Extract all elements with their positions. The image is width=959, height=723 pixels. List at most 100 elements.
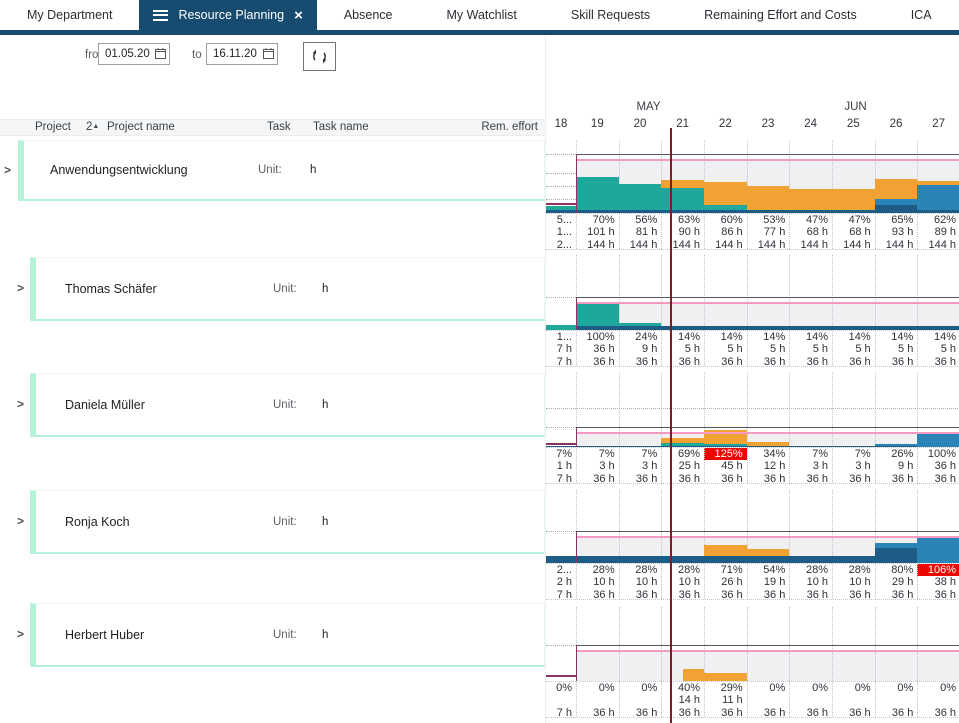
partial-week-capacity	[546, 675, 576, 681]
from-datebox	[98, 43, 170, 65]
tab-skill-requests[interactable]: Skill Requests	[544, 0, 677, 30]
resource-row-daniela-m-ller[interactable]: Daniela MüllerUnit:h	[30, 373, 545, 437]
calendar-icon[interactable]	[263, 48, 274, 59]
numbers-line-hours: 1 h3 h3 h25 h45 h12 h3 h3 h9 h36 h	[546, 460, 959, 472]
utilization-numbers: 0%0%0%40%29%0%0%0%0%0%14 h11 h7 h36 h36 …	[546, 681, 959, 719]
resource-row-thomas-sch-fer[interactable]: Thomas SchäferUnit:h	[30, 257, 545, 321]
resource-planning-app: My Department Resource Planning × AbsenceMy…	[0, 0, 959, 723]
booked-hours-cell: 12 h	[747, 460, 790, 472]
resource-row-anwendungsentwicklung[interactable]: AnwendungsentwicklungUnit:h	[18, 140, 545, 201]
resource-name: Anwendungsentwicklung	[24, 163, 188, 177]
close-tab-icon[interactable]: ×	[294, 8, 303, 23]
column-task-name[interactable]: Task name	[313, 121, 369, 133]
week-grid-line	[789, 255, 790, 366]
numbers-line-pct: 1...100%24%14%14%14%14%14%14%14%	[546, 331, 959, 343]
booking-bar-orange	[704, 673, 747, 681]
capacity-hours-cell: 36 h	[917, 707, 959, 719]
capacity-top-line	[576, 531, 959, 532]
booked-hours-cell	[917, 694, 959, 706]
expand-row-arrow[interactable]: >	[17, 280, 31, 296]
expand-row-arrow[interactable]: >	[4, 162, 18, 178]
numbers-line-hours: 1...101 h81 h90 h86 h77 h68 h68 h93 h89 …	[546, 226, 959, 238]
numbers-line-pct: 0%0%0%40%29%0%0%0%0%0%	[546, 682, 959, 694]
booked-hours-cell: 29 h	[875, 576, 918, 588]
resource-row-herbert-huber[interactable]: Herbert HuberUnit:h	[30, 603, 545, 667]
booking-bar-navy	[619, 210, 662, 213]
menu-bar	[153, 14, 168, 16]
tab-absence[interactable]: Absence	[317, 0, 420, 30]
booking-bar-teal	[576, 304, 619, 326]
tab-remaining-effort-and-costs[interactable]: Remaining Effort and Costs	[677, 0, 884, 30]
capacity-hours-cell: 36 h	[917, 356, 959, 368]
booking-bar-orange	[704, 182, 747, 205]
week-grid-line	[875, 255, 876, 366]
tab-row: My Department Resource Planning × AbsenceMy…	[0, 0, 959, 30]
percent-cell: 28%	[832, 564, 875, 576]
column-project-name[interactable]: Project name	[107, 121, 175, 133]
column-task[interactable]: Task	[267, 121, 291, 133]
expand-row-arrow[interactable]: >	[17, 626, 31, 642]
refresh-button[interactable]	[303, 42, 336, 71]
menu-icon[interactable]	[153, 7, 168, 23]
booked-hours-cell: 5 h	[917, 343, 959, 355]
tab-ica[interactable]: ICA	[884, 0, 959, 30]
column-project[interactable]: Project	[35, 121, 71, 133]
resource-row-ronja-koch[interactable]: Ronja KochUnit:h	[30, 490, 545, 554]
booking-bar-navy	[661, 556, 704, 563]
booked-hours-cell	[789, 694, 832, 706]
booking-bar-navy	[789, 326, 832, 330]
booked-hours-cell: 93 h	[875, 226, 918, 238]
capacity-hours-cell: 36 h	[747, 356, 790, 368]
capacity-chart	[546, 490, 959, 563]
grid-line	[546, 199, 576, 200]
booking-bar-navy	[661, 446, 704, 447]
booking-bar-teal	[619, 323, 662, 326]
numbers-line-pct: 7%7%7%69%125%34%7%7%26%100%	[546, 448, 959, 460]
booking-bar-navy	[576, 326, 619, 330]
booked-hours-cell: 101 h	[576, 226, 619, 238]
capacity-hours-cell: 36 h	[832, 356, 875, 368]
capacity-hours-cell: 36 h	[875, 589, 918, 601]
expand-row-arrow[interactable]: >	[17, 396, 31, 412]
booked-hours-cell: 9 h	[875, 460, 918, 472]
percent-cell: 0%	[875, 682, 918, 694]
grid-line	[546, 154, 576, 155]
percent-cell: 40%	[661, 682, 704, 694]
numbers-line-capacity: 7 h36 h36 h36 h36 h36 h36 h36 h36 h36 h	[546, 356, 959, 368]
percent-cell: 7%	[546, 448, 576, 460]
numbers-line-hours: 7 h36 h9 h5 h5 h5 h5 h5 h5 h5 h	[546, 343, 959, 355]
booked-hours-cell	[875, 694, 918, 706]
capacity-left-border	[576, 155, 577, 213]
booked-hours-cell: 10 h	[789, 576, 832, 588]
percent-cell: 0%	[576, 682, 619, 694]
booked-hours-cell: 38 h	[917, 576, 959, 588]
capacity-limit-line	[576, 650, 959, 652]
percent-cell: 14%	[747, 331, 790, 343]
booked-hours-cell: 10 h	[661, 576, 704, 588]
week-number: 20	[619, 118, 662, 134]
booking-bar-navy	[704, 556, 747, 563]
week-number: 18	[546, 118, 576, 134]
tab-label: Resource Planning	[178, 8, 284, 22]
booked-hours-cell: 11 h	[704, 694, 747, 706]
week-grid-line	[789, 490, 790, 599]
tab-my-department[interactable]: My Department	[0, 0, 139, 30]
booking-bar-navy	[917, 326, 959, 330]
week-grid-line	[832, 490, 833, 599]
booking-bar-orange	[789, 189, 832, 210]
sort-indicator[interactable]: 2▲	[86, 121, 99, 133]
booked-hours-cell: 14 h	[661, 694, 704, 706]
expand-row-arrow[interactable]: >	[17, 513, 31, 529]
tab-my-watchlist[interactable]: My Watchlist	[420, 0, 544, 30]
calendar-icon[interactable]	[155, 48, 166, 59]
booked-hours-cell: 68 h	[832, 226, 875, 238]
booked-hours-cell	[747, 694, 790, 706]
timeline-panel: MAYJUN 18192021222324252627 5...70%56%63…	[545, 35, 959, 723]
tab-label: Skill Requests	[571, 8, 650, 22]
booking-bar-navy	[832, 446, 875, 447]
grid-line	[546, 408, 959, 409]
tab-resource-planning[interactable]: Resource Planning ×	[139, 0, 316, 30]
column-rem-effort[interactable]: Rem. effort	[455, 121, 538, 133]
week-grid-line	[789, 607, 790, 717]
percent-cell: 53%	[747, 214, 790, 226]
